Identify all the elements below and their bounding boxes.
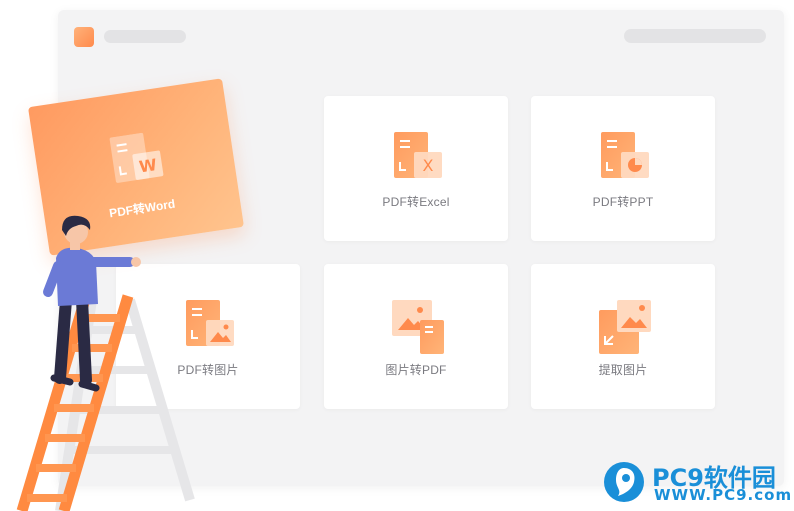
- card-extract-images[interactable]: 提取图片: [531, 264, 715, 409]
- pdf-to-ppt-icon: [601, 132, 649, 178]
- card-pdf-to-excel[interactable]: X PDF转Excel: [324, 96, 508, 241]
- card-label: PDF转Excel: [382, 195, 450, 209]
- pdf-to-image-icon: [186, 300, 234, 346]
- pc9-logo-icon: [604, 462, 644, 502]
- card-label: 提取图片: [598, 363, 648, 377]
- card-image-to-pdf[interactable]: 图片转PDF: [324, 264, 508, 409]
- card-label: PDF转图片: [177, 363, 239, 377]
- image-to-pdf-icon: [392, 300, 444, 354]
- svg-text:X: X: [423, 156, 434, 175]
- watermark: PC9软件园 WWW.PC9.com: [602, 456, 792, 508]
- card-pdf-to-ppt[interactable]: PDF转PPT: [531, 96, 715, 241]
- svg-text:W: W: [138, 155, 159, 176]
- extract-images-icon: [599, 300, 651, 354]
- pdf-to-word-icon: W: [109, 132, 164, 183]
- app-logo-icon: [74, 27, 94, 47]
- title-placeholder: [104, 30, 186, 43]
- watermark-url: WWW.PC9.com: [654, 486, 793, 504]
- pdf-to-excel-icon: X: [394, 132, 442, 178]
- card-label: PDF转Word: [108, 196, 177, 221]
- app-window: [58, 10, 784, 486]
- card-pdf-to-word[interactable]: W PDF转Word: [27, 78, 245, 256]
- search-placeholder[interactable]: [624, 29, 766, 43]
- card-label: 图片转PDF: [385, 363, 447, 377]
- card-label: PDF转PPT: [592, 195, 654, 209]
- card-pdf-to-image[interactable]: PDF转图片: [116, 264, 300, 409]
